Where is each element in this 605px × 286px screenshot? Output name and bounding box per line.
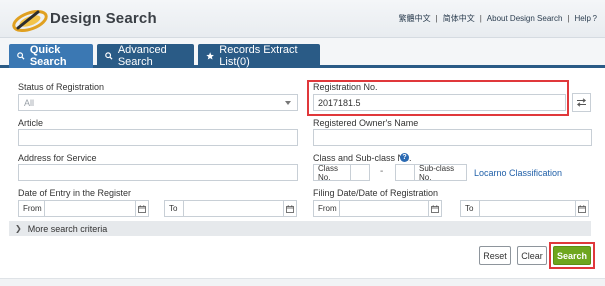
entry-to-prefix: To <box>164 200 184 217</box>
calendar-icon[interactable] <box>283 200 297 217</box>
class-dash: - <box>380 166 384 177</box>
filing-date-label: Filing Date/Date of Registration <box>313 188 439 198</box>
chevron-right-icon: ❯ <box>15 224 22 233</box>
bottom-strip <box>0 278 605 286</box>
question-icon[interactable]: ? <box>400 153 409 162</box>
search-button-highlight <box>549 242 595 269</box>
filing-to-input[interactable] <box>479 200 576 217</box>
status-value: All <box>24 98 35 108</box>
article-input[interactable] <box>18 129 298 146</box>
calendar-icon[interactable] <box>428 200 442 217</box>
article-label: Article <box>18 118 44 128</box>
address-input[interactable] <box>18 164 298 181</box>
brand-title: Design Search <box>50 10 157 27</box>
status-label: Status of Registration <box>18 82 105 92</box>
chevron-down-icon <box>285 101 291 105</box>
entry-from-input[interactable] <box>44 200 136 217</box>
link-simplified-chinese[interactable]: 简体中文 <box>443 13 475 24</box>
owner-input[interactable] <box>313 129 592 146</box>
clear-button[interactable]: Clear <box>517 246 547 265</box>
class-no-prefix: Class No. <box>313 164 351 182</box>
tab-label: Quick Search <box>29 44 67 68</box>
tab-bar: Quick Search Advanced Search Records Ext… <box>0 38 605 68</box>
address-label: Address for Service <box>18 153 97 163</box>
link-help[interactable]: Help <box>574 14 590 23</box>
help-icon[interactable]: ? <box>591 14 597 23</box>
tab-label: Records Extract List(0) <box>219 44 298 68</box>
subclass-no-input[interactable] <box>395 164 415 181</box>
entry-from-prefix: From <box>18 200 45 217</box>
tab-label: Advanced Search <box>117 44 167 68</box>
registration-no-highlight <box>307 80 569 116</box>
design-search-logo <box>12 9 48 33</box>
tab-quick-search[interactable]: Quick Search <box>9 44 93 68</box>
top-links: 繁體中文 | 简体中文 | About Design Search | Help… <box>398 13 597 24</box>
calendar-icon[interactable] <box>575 200 589 217</box>
filing-from-prefix: From <box>313 200 340 217</box>
class-label: Class and Sub-class No. <box>313 153 412 163</box>
entry-date-label: Date of Entry in the Register <box>18 188 132 198</box>
app-header: Design Search 繁體中文 | 简体中文 | About Design… <box>0 0 605 38</box>
more-criteria-label: More search criteria <box>27 223 108 234</box>
link-traditional-chinese[interactable]: 繁體中文 <box>399 13 431 24</box>
class-no-input[interactable] <box>350 164 370 181</box>
calendar-icon[interactable] <box>135 200 149 217</box>
search-icon <box>17 52 25 60</box>
link-about[interactable]: About Design Search <box>487 14 563 23</box>
reset-button[interactable]: Reset <box>479 246 511 265</box>
filing-to-prefix: To <box>460 200 480 217</box>
status-select[interactable]: All <box>18 94 298 111</box>
search-icon <box>105 52 113 60</box>
quick-search-form: Status of Registration All Registration … <box>9 71 601 275</box>
more-search-criteria[interactable]: ❯ More search criteria <box>9 221 591 236</box>
tab-records-extract[interactable]: Records Extract List(0) <box>198 44 320 68</box>
star-icon <box>206 52 214 60</box>
owner-label: Registered Owner's Name <box>313 118 419 128</box>
filing-from-input[interactable] <box>339 200 429 217</box>
locarno-classification-link[interactable]: Locarno Classification <box>474 168 562 178</box>
tab-advanced-search[interactable]: Advanced Search <box>97 44 194 68</box>
subclass-no-prefix: Sub-class No. <box>414 164 467 182</box>
entry-to-input[interactable] <box>183 200 284 217</box>
swap-icon[interactable] <box>572 93 591 112</box>
